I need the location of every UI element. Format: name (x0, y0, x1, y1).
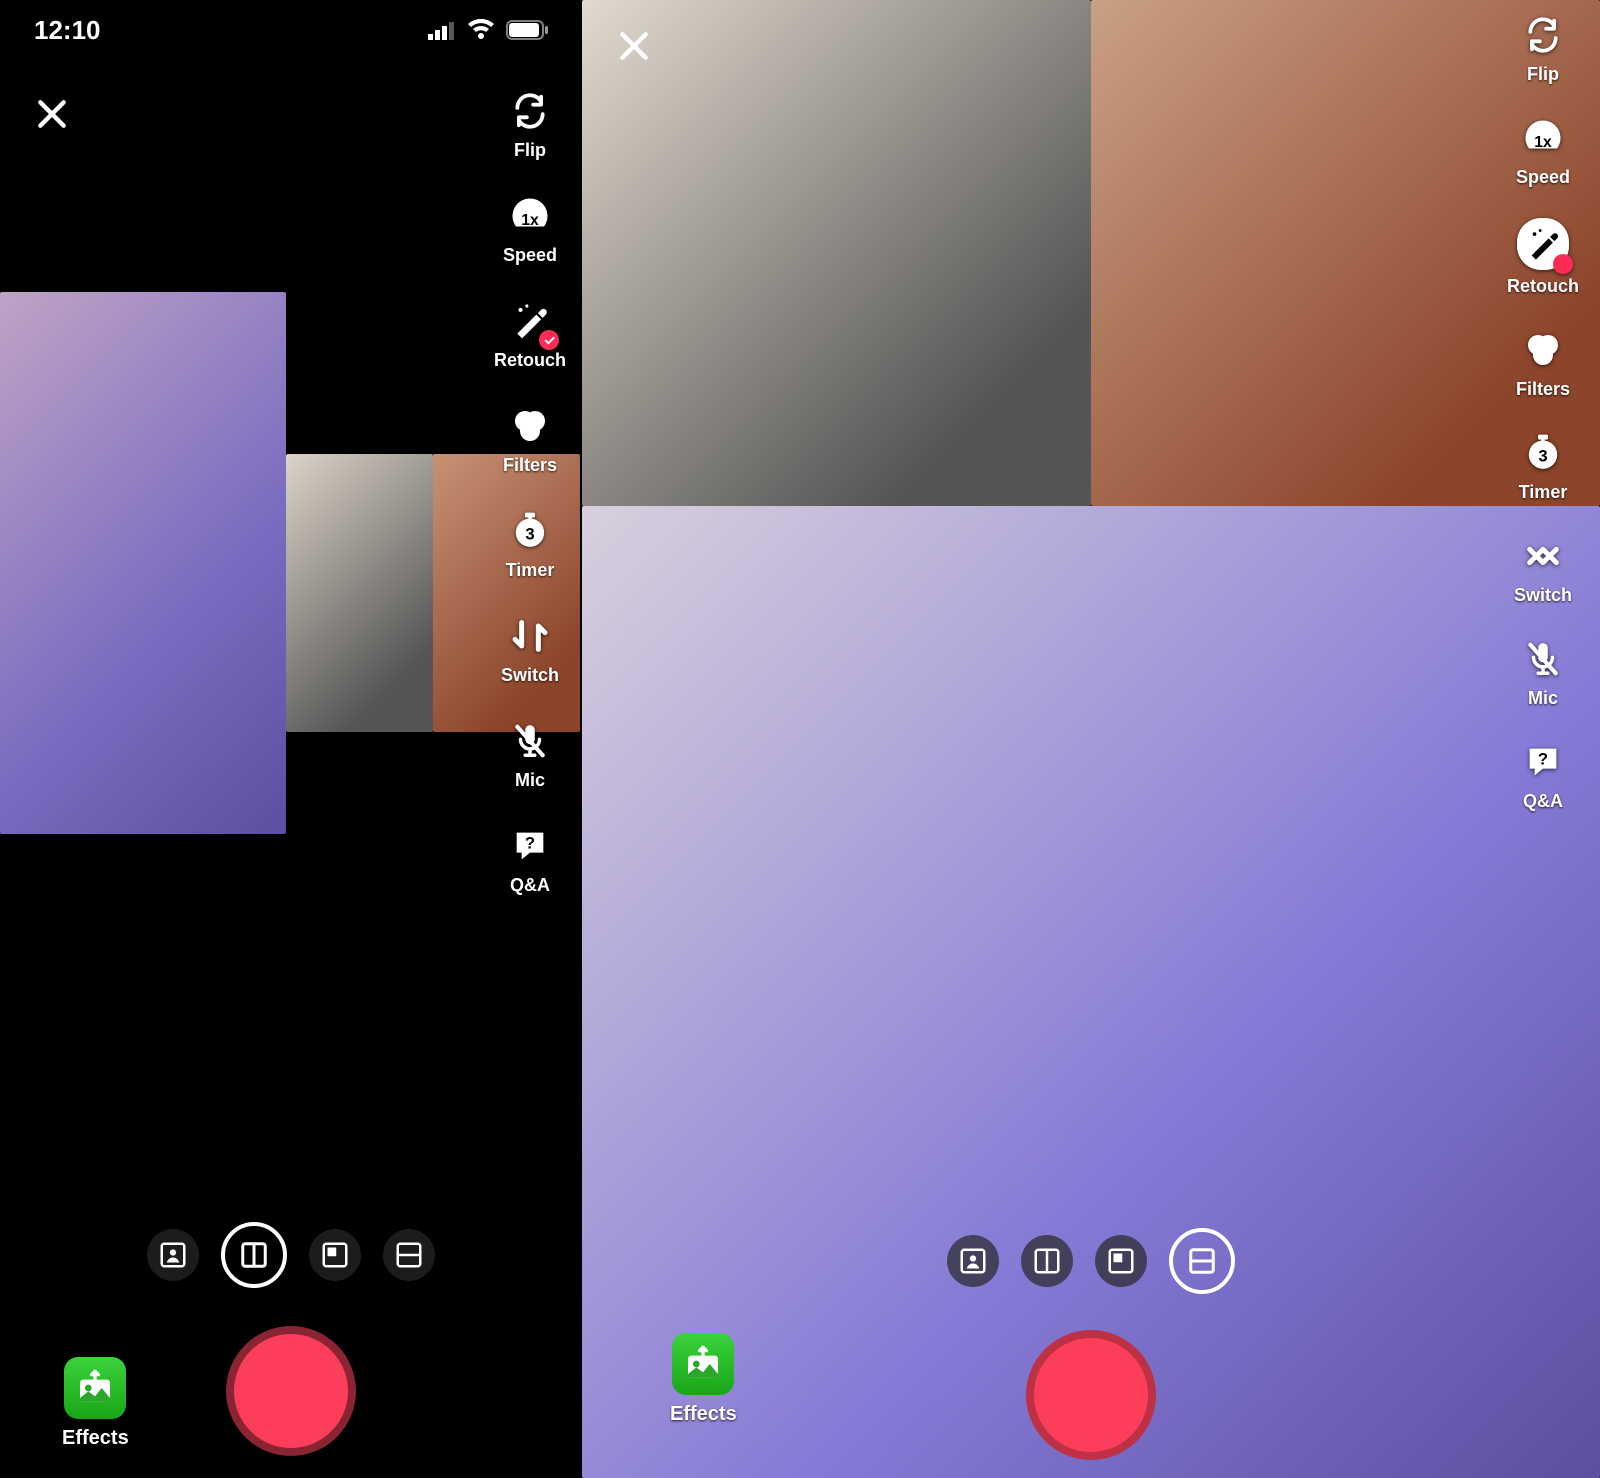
tool-label: Timer (1519, 482, 1568, 503)
tool-mic[interactable]: Mic (507, 718, 553, 791)
phone-left: 12:10 Flip 1x Speed (0, 0, 582, 1478)
tool-qa[interactable]: ? Q&A (507, 823, 553, 896)
wifi-icon (466, 19, 496, 41)
tool-label: Flip (1527, 64, 1559, 85)
filters-icon (507, 403, 553, 449)
duet-source-pane-a (286, 454, 433, 732)
tool-label: Filters (503, 455, 557, 476)
tool-label: Speed (1516, 167, 1570, 188)
mic-icon (507, 718, 553, 764)
retouch-icon (1517, 218, 1569, 270)
tool-retouch[interactable]: Retouch (1507, 218, 1579, 297)
tool-retouch[interactable]: Retouch (494, 298, 566, 371)
effects-label: Effects (62, 1427, 129, 1450)
tool-speed[interactable]: 1x Speed (1516, 115, 1570, 188)
tool-label: Switch (501, 665, 559, 686)
filters-icon (1520, 327, 1566, 373)
effects-button[interactable]: Effects (670, 1333, 737, 1426)
layout-pip[interactable] (1095, 1235, 1147, 1287)
status-bar: 12:10 (0, 0, 582, 60)
tool-label: Mic (515, 770, 545, 791)
retouch-icon (507, 298, 553, 344)
svg-text:3: 3 (1538, 446, 1547, 465)
tool-label: Mic (1528, 688, 1558, 709)
tool-mic[interactable]: Mic (1520, 636, 1566, 709)
close-button[interactable] (610, 22, 658, 70)
layout-top-bottom[interactable] (1169, 1228, 1235, 1294)
close-icon (32, 94, 72, 134)
tool-label: Switch (1514, 585, 1572, 606)
layout-options (147, 1222, 435, 1288)
mic-icon (1520, 636, 1566, 682)
tool-label: Q&A (510, 875, 550, 896)
svg-text:?: ? (1538, 750, 1548, 769)
svg-text:?: ? (525, 834, 535, 853)
effects-button[interactable]: Effects (62, 1357, 129, 1450)
tool-switch[interactable]: Switch (1514, 533, 1572, 606)
speed-icon: 1x (507, 193, 553, 239)
phone-right: Flip 1x Speed Retouch Filters 3 Timer (582, 0, 1600, 1478)
svg-text:1x: 1x (521, 212, 539, 229)
cellular-icon (428, 20, 456, 40)
layout-pip[interactable] (309, 1229, 361, 1281)
tool-filters[interactable]: Filters (503, 403, 557, 476)
switch-icon (1520, 533, 1566, 579)
tool-qa[interactable]: ? Q&A (1520, 739, 1566, 812)
tool-label: Retouch (1507, 276, 1579, 297)
tool-label: Timer (506, 560, 555, 581)
layout-greenscreen[interactable] (947, 1235, 999, 1287)
tool-label: Speed (503, 245, 557, 266)
layout-options (947, 1228, 1235, 1294)
camera-tools: Flip 1x Speed Retouch Filters (490, 88, 570, 896)
status-time: 12:10 (34, 15, 101, 46)
tool-speed[interactable]: 1x Speed (503, 193, 557, 266)
tool-timer[interactable]: 3 Timer (1519, 430, 1568, 503)
status-indicators (428, 19, 548, 41)
layout-top-bottom[interactable] (383, 1229, 435, 1281)
tool-timer[interactable]: 3 Timer (506, 508, 555, 581)
effects-label: Effects (670, 1403, 737, 1426)
speed-icon: 1x (1520, 115, 1566, 161)
record-button-wrap (1026, 1330, 1156, 1460)
record-button[interactable] (1026, 1330, 1156, 1460)
tool-filters[interactable]: Filters (1516, 327, 1570, 400)
svg-text:3: 3 (525, 524, 534, 543)
layout-greenscreen[interactable] (147, 1229, 199, 1281)
tool-flip[interactable]: Flip (1520, 12, 1566, 85)
tool-flip[interactable]: Flip (507, 88, 553, 161)
record-button[interactable] (226, 1326, 356, 1456)
camera-tools: Flip 1x Speed Retouch Filters 3 Timer (1498, 12, 1588, 812)
timer-icon: 3 (1520, 430, 1566, 476)
tool-label: Q&A (1523, 791, 1563, 812)
effects-icon (672, 1333, 734, 1395)
layout-side-by-side[interactable] (221, 1222, 287, 1288)
layout-side-by-side[interactable] (1021, 1235, 1073, 1287)
flip-icon (507, 88, 553, 134)
svg-text:1x: 1x (1534, 134, 1552, 151)
camera-user-pane (0, 292, 286, 834)
tool-switch[interactable]: Switch (501, 613, 559, 686)
switch-icon (507, 613, 553, 659)
qa-icon: ? (507, 823, 553, 869)
tool-label: Flip (514, 140, 546, 161)
flip-icon (1520, 12, 1566, 58)
timer-icon: 3 (507, 508, 553, 554)
battery-icon (506, 20, 548, 40)
duet-source-pane-a (582, 0, 1091, 506)
tool-label: Filters (1516, 379, 1570, 400)
qa-icon: ? (1520, 739, 1566, 785)
tool-label: Retouch (494, 350, 566, 371)
close-button[interactable] (28, 90, 76, 138)
record-button-wrap (226, 1326, 356, 1456)
close-icon (614, 26, 654, 66)
effects-icon (64, 1357, 126, 1419)
